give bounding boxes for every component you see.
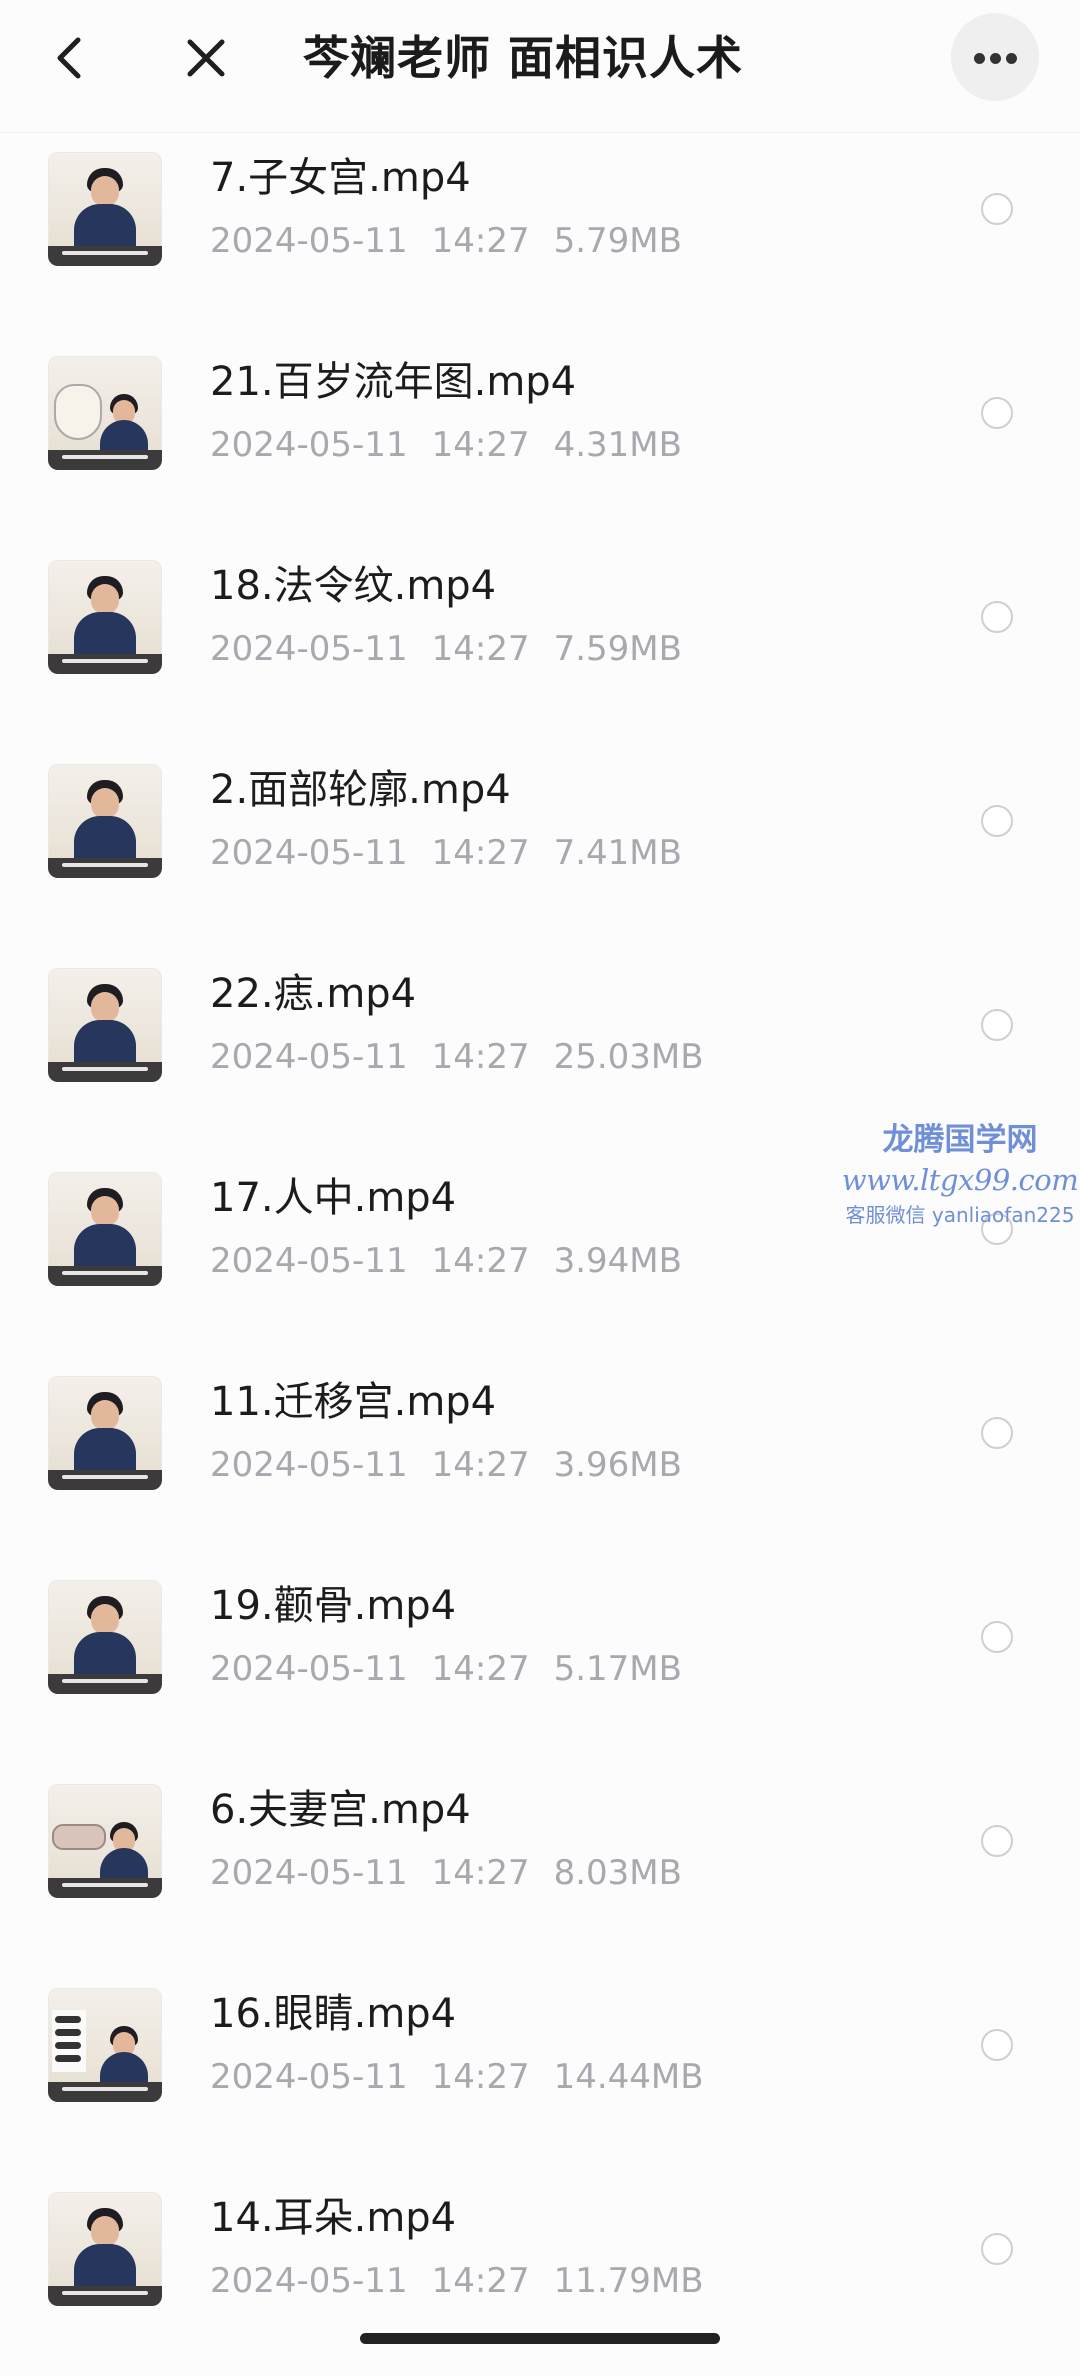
file-name: 18.法令纹.mp4 bbox=[210, 563, 497, 609]
video-thumbnail bbox=[48, 1580, 162, 1694]
file-size: 5.17MB bbox=[553, 1649, 682, 1689]
file-meta: 2024-05-11 14:27 25.03MB bbox=[210, 1035, 728, 1079]
file-meta: 2024-05-11 14:27 4.31MB bbox=[210, 423, 706, 467]
file-meta: 2024-05-11 14:27 7.59MB bbox=[210, 627, 706, 671]
file-size: 3.94MB bbox=[553, 1241, 682, 1281]
video-thumbnail bbox=[48, 1376, 162, 1490]
file-name: 6.夫妻宫.mp4 bbox=[210, 1787, 471, 1833]
file-size: 11.79MB bbox=[553, 2261, 704, 2301]
home-indicator[interactable] bbox=[360, 2333, 720, 2344]
file-name: 14.耳朵.mp4 bbox=[210, 2195, 457, 2241]
file-meta: 2024-05-11 14:27 7.41MB bbox=[210, 831, 706, 875]
file-row[interactable]: 16.眼睛.mp4 2024-05-11 14:27 14.44MB bbox=[0, 1918, 1080, 2122]
file-row[interactable]: 14.耳朵.mp4 2024-05-11 14:27 11.79MB bbox=[0, 2122, 1080, 2326]
file-row[interactable]: 22.痣.mp4 2024-05-11 14:27 25.03MB bbox=[0, 898, 1080, 1102]
file-meta: 2024-05-11 14:27 14.44MB bbox=[210, 2055, 728, 2099]
file-date: 2024-05-11 bbox=[210, 221, 408, 261]
select-radio[interactable] bbox=[981, 2233, 1013, 2265]
file-name: 21.百岁流年图.mp4 bbox=[210, 359, 577, 405]
file-meta: 2024-05-11 14:27 5.17MB bbox=[210, 1647, 706, 1691]
file-meta: 2024-05-11 14:27 5.79MB bbox=[210, 219, 706, 263]
file-time: 14:27 bbox=[431, 2261, 530, 2301]
close-icon[interactable] bbox=[178, 30, 234, 86]
video-thumbnail bbox=[48, 968, 162, 1082]
watermark: 龙腾国学网 www.ltgx99.com 客服微信 yanliaofan225 bbox=[840, 1120, 1080, 1240]
file-name: 2.面部轮廓.mp4 bbox=[210, 767, 511, 813]
select-radio[interactable] bbox=[981, 1009, 1013, 1041]
file-meta: 2024-05-11 14:27 8.03MB bbox=[210, 1851, 706, 1895]
file-row[interactable]: 18.法令纹.mp4 2024-05-11 14:27 7.59MB bbox=[0, 490, 1080, 694]
select-radio[interactable] bbox=[981, 193, 1013, 225]
file-meta: 2024-05-11 14:27 3.94MB bbox=[210, 1239, 706, 1283]
file-row[interactable]: 19.颧骨.mp4 2024-05-11 14:27 5.17MB bbox=[0, 1510, 1080, 1714]
file-time: 14:27 bbox=[431, 1037, 530, 1077]
file-date: 2024-05-11 bbox=[210, 629, 408, 669]
select-radio[interactable] bbox=[981, 2029, 1013, 2061]
file-time: 14:27 bbox=[431, 629, 530, 669]
file-time: 14:27 bbox=[431, 1241, 530, 1281]
file-name: 16.眼睛.mp4 bbox=[210, 1991, 457, 2037]
file-date: 2024-05-11 bbox=[210, 1037, 408, 1077]
file-date: 2024-05-11 bbox=[210, 425, 408, 465]
file-size: 5.79MB bbox=[553, 221, 682, 261]
file-date: 2024-05-11 bbox=[210, 1241, 408, 1281]
select-radio[interactable] bbox=[981, 1417, 1013, 1449]
video-thumbnail bbox=[48, 152, 162, 266]
file-name: 19.颧骨.mp4 bbox=[210, 1583, 457, 1629]
video-thumbnail bbox=[48, 2192, 162, 2306]
file-size: 25.03MB bbox=[553, 1037, 704, 1077]
file-size: 8.03MB bbox=[553, 1853, 682, 1893]
select-radio[interactable] bbox=[981, 1825, 1013, 1857]
file-date: 2024-05-11 bbox=[210, 2261, 408, 2301]
file-row[interactable]: 6.夫妻宫.mp4 2024-05-11 14:27 8.03MB bbox=[0, 1714, 1080, 1918]
watermark-url: www.ltgx99.com bbox=[841, 1163, 1079, 1197]
file-time: 14:27 bbox=[431, 1649, 530, 1689]
video-thumbnail bbox=[48, 1784, 162, 1898]
file-date: 2024-05-11 bbox=[210, 1445, 408, 1485]
video-thumbnail bbox=[48, 1172, 162, 1286]
file-date: 2024-05-11 bbox=[210, 833, 408, 873]
file-size: 7.41MB bbox=[553, 833, 682, 873]
file-time: 14:27 bbox=[431, 1853, 530, 1893]
file-row[interactable]: 11.迁移宫.mp4 2024-05-11 14:27 3.96MB bbox=[0, 1306, 1080, 1510]
file-size: 4.31MB bbox=[553, 425, 682, 465]
watermark-contact: 客服微信 yanliaofan225 bbox=[845, 1203, 1075, 1227]
select-radio[interactable] bbox=[981, 601, 1013, 633]
select-radio[interactable] bbox=[981, 805, 1013, 837]
file-time: 14:27 bbox=[431, 221, 530, 261]
file-size: 7.59MB bbox=[553, 629, 682, 669]
file-time: 14:27 bbox=[431, 1445, 530, 1485]
file-name: 11.迁移宫.mp4 bbox=[210, 1379, 497, 1425]
file-row[interactable]: 21.百岁流年图.mp4 2024-05-11 14:27 4.31MB bbox=[0, 286, 1080, 490]
video-thumbnail bbox=[48, 560, 162, 674]
chevron-left-icon[interactable] bbox=[44, 30, 100, 86]
file-row[interactable]: 7.子女宫.mp4 2024-05-11 14:27 5.79MB bbox=[0, 82, 1080, 286]
file-name: 22.痣.mp4 bbox=[210, 971, 417, 1017]
video-thumbnail bbox=[48, 1988, 162, 2102]
file-name: 7.子女宫.mp4 bbox=[210, 155, 471, 201]
file-time: 14:27 bbox=[431, 833, 530, 873]
select-radio[interactable] bbox=[981, 397, 1013, 429]
file-size: 3.96MB bbox=[553, 1445, 682, 1485]
file-date: 2024-05-11 bbox=[210, 2057, 408, 2097]
select-radio[interactable] bbox=[981, 1621, 1013, 1653]
file-time: 14:27 bbox=[431, 425, 530, 465]
file-date: 2024-05-11 bbox=[210, 1853, 408, 1893]
file-row[interactable]: 2.面部轮廓.mp4 2024-05-11 14:27 7.41MB bbox=[0, 694, 1080, 898]
file-time: 14:27 bbox=[431, 2057, 530, 2097]
video-thumbnail bbox=[48, 356, 162, 470]
file-date: 2024-05-11 bbox=[210, 1649, 408, 1689]
file-meta: 2024-05-11 14:27 11.79MB bbox=[210, 2259, 728, 2303]
video-thumbnail bbox=[48, 764, 162, 878]
file-meta: 2024-05-11 14:27 3.96MB bbox=[210, 1443, 706, 1487]
file-name: 17.人中.mp4 bbox=[210, 1175, 457, 1221]
watermark-site-name: 龙腾国学网 bbox=[882, 1122, 1038, 1158]
file-size: 14.44MB bbox=[553, 2057, 704, 2097]
